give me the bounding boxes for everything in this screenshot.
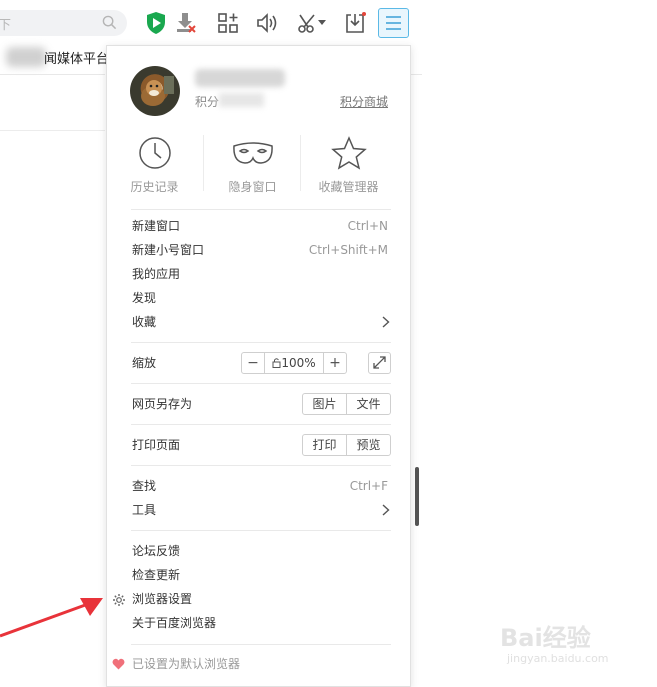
divider — [131, 465, 391, 466]
divider — [203, 135, 204, 191]
incognito-label: 隐身窗口 — [228, 180, 277, 194]
download-tray-icon[interactable] — [341, 9, 369, 37]
history-button[interactable]: 历史记录 — [107, 133, 202, 195]
search-box[interactable]: 下 — [0, 10, 127, 36]
points-value-blurred — [219, 93, 264, 107]
print-button[interactable]: 打印 — [303, 435, 346, 455]
bookmark-manager-button[interactable]: 收藏管理器 — [301, 133, 396, 195]
zoom-value[interactable]: 100% — [264, 353, 324, 373]
expand-icon — [373, 356, 386, 369]
zoom-label: 缩放 — [132, 356, 157, 370]
divider — [0, 130, 105, 131]
username-blurred — [195, 69, 285, 87]
save-as-image-button[interactable]: 图片 — [303, 394, 346, 414]
divider — [131, 424, 391, 425]
menu-item-check-update[interactable]: 检查更新 — [132, 564, 180, 586]
zoom-in-button[interactable]: + — [324, 353, 346, 373]
scrollbar-thumb[interactable] — [415, 467, 419, 526]
incognito-window-button[interactable]: 隐身窗口 — [205, 133, 300, 195]
watermark-logo: Bai经验 — [500, 624, 591, 652]
watermark-url: jingyan.baidu.com — [507, 652, 609, 665]
bookmark-manager-label: 收藏管理器 — [318, 180, 379, 194]
divider — [131, 530, 391, 531]
search-icon[interactable] — [102, 15, 117, 30]
shortcut-find: Ctrl+F — [349, 479, 388, 493]
divider — [410, 74, 422, 75]
menu-item-find[interactable]: 查找 — [132, 475, 156, 497]
points-label: 积分 — [195, 95, 220, 109]
save-as-file-button[interactable]: 文件 — [346, 394, 390, 414]
fullscreen-button[interactable] — [368, 352, 391, 374]
divider — [131, 644, 391, 645]
menu-button[interactable] — [378, 8, 409, 38]
star-icon — [330, 136, 367, 170]
menu-item-discover[interactable]: 发现 — [132, 287, 156, 309]
divider — [131, 383, 391, 384]
menu-item-tools[interactable]: 工具 — [132, 499, 156, 521]
lock-icon — [272, 358, 281, 368]
menu-item-my-apps[interactable]: 我的应用 — [132, 263, 180, 285]
shortcut-new-window: Ctrl+N — [347, 219, 388, 233]
annotation-arrow — [0, 598, 103, 638]
menu-item-new-alt-window[interactable]: 新建小号窗口 — [132, 239, 204, 261]
caret-down-icon[interactable] — [315, 9, 329, 37]
print-page-label: 打印页面 — [132, 438, 181, 452]
main-menu-panel: 积分 积分商城 历史记录 隐身窗口 收藏管理器 新建窗口 Ctrl+N 新建小号… — [106, 45, 411, 687]
menu-item-browser-settings[interactable]: 浏览器设置 — [132, 588, 192, 610]
shield-play-icon[interactable] — [142, 9, 170, 37]
menu-item-forum-feedback[interactable]: 论坛反馈 — [132, 540, 180, 562]
tab-title[interactable]: 闻媒体平台 — [44, 48, 109, 67]
tab-favicon-blurred — [6, 47, 46, 67]
save-page-label: 网页另存为 — [132, 397, 193, 411]
speaker-icon[interactable] — [253, 9, 281, 37]
chevron-right-icon — [382, 316, 390, 328]
zoom-control: − 100% + — [241, 352, 347, 374]
divider — [131, 342, 391, 343]
search-placeholder: 下 — [0, 18, 12, 33]
history-label: 历史记录 — [130, 180, 179, 194]
divider — [0, 74, 105, 75]
menu-item-favorites[interactable]: 收藏 — [132, 311, 156, 333]
heart-icon — [112, 658, 125, 670]
default-browser-status: 已设置为默认浏览器 — [132, 657, 241, 671]
download-blocked-icon[interactable] — [172, 9, 200, 37]
clock-icon — [138, 137, 171, 169]
chevron-right-icon — [382, 504, 390, 516]
apps-add-icon[interactable] — [214, 9, 242, 37]
menu-item-new-window[interactable]: 新建窗口 — [132, 215, 180, 237]
divider — [131, 209, 391, 210]
gear-icon — [113, 594, 125, 606]
print-page-buttons: 打印 预览 — [302, 434, 391, 456]
avatar[interactable] — [130, 66, 180, 116]
print-preview-button[interactable]: 预览 — [346, 435, 390, 455]
zoom-out-button[interactable]: − — [242, 353, 264, 373]
save-page-buttons: 图片 文件 — [302, 393, 391, 415]
zoom-percent: 100% — [281, 356, 316, 370]
mask-icon — [232, 142, 273, 164]
menu-icon — [386, 16, 401, 30]
shortcut-new-alt-window: Ctrl+Shift+M — [308, 243, 388, 257]
menu-item-about[interactable]: 关于百度浏览器 — [132, 612, 216, 634]
points-mall-link[interactable]: 积分商城 — [340, 93, 388, 110]
